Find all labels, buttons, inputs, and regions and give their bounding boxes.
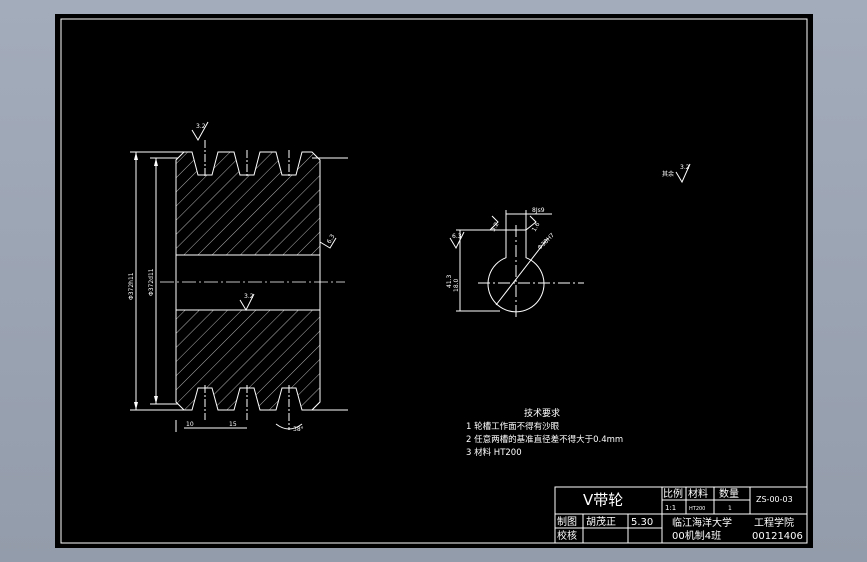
hub-end-view[interactable]: Φ38H7 8Js9 41.3 18.0 6.3 3.2 1.6: [446, 207, 584, 318]
drawing-border: [60, 18, 808, 544]
tech-item: 3 材料 HT200: [466, 447, 522, 458]
bore-cavity: [175, 254, 321, 311]
material-value: HT200: [689, 506, 705, 512]
drawn-by: 胡茂正: [586, 515, 616, 528]
drawing-canvas[interactable]: Φ372h11 Φ372d11 10 15 38° 3.2 6.3 3.2 Φ3…: [55, 14, 813, 548]
checked-label: 校核: [557, 529, 577, 542]
svg-text:6.3: 6.3: [326, 233, 337, 245]
svg-text:其余: 其余: [662, 170, 674, 178]
part-name: V带轮: [583, 491, 623, 509]
school-name: 临江海洋大学: [672, 516, 732, 529]
pulley-section-view[interactable]: Φ372h11 Φ372d11 10 15 38° 3.2 6.3 3.2: [128, 121, 348, 433]
roughness-symbol-icon: 1.6: [525, 215, 542, 233]
lower-hatched-body: [175, 309, 321, 411]
class-name: 00机制4班: [672, 529, 721, 542]
svg-text:3.2: 3.2: [680, 164, 690, 171]
tech-item: 2 任意两槽的基准直径差不得大于0.4mm: [466, 434, 623, 445]
tech-item: 1 轮槽工作面不得有沙眼: [466, 421, 560, 432]
groove-angle-label: 38°: [293, 426, 304, 433]
title-block[interactable]: V带轮 比例 材料 数量 1:1 HT200 1 ZS-00-03 制图 胡茂正…: [554, 486, 808, 544]
tech-title: 技术要求: [524, 407, 560, 419]
svg-text:3.2: 3.2: [196, 123, 206, 130]
groove-pitch-label: 15: [229, 421, 237, 428]
drawn-label: 制图: [557, 515, 577, 528]
cad-viewport: Φ372h11 Φ372d11 10 15 38° 3.2 6.3 3.2 Φ3…: [0, 0, 867, 562]
technical-requirements: 技术要求 1 轮槽工作面不得有沙眼 2 任意两槽的基准直径差不得大于0.4mm …: [466, 407, 623, 458]
quantity-value: 1: [728, 505, 732, 512]
edge-distance-label: 10: [186, 421, 194, 428]
upper-hatched-body: [175, 151, 321, 256]
cad-drawing: Φ372h11 Φ372d11 10 15 38° 3.2 6.3 3.2 Φ3…: [60, 18, 808, 544]
roughness-symbol-icon: 6.3: [319, 233, 337, 249]
roughness-symbol-icon: 3.2: [191, 121, 209, 141]
key-width-label: 8Js9: [532, 207, 545, 214]
quantity-label: 数量: [719, 487, 739, 500]
key-height-label: 41.3: [446, 274, 453, 288]
material-label: 材料: [688, 487, 708, 500]
svg-text:18.0: 18.0: [453, 278, 460, 292]
general-roughness-note: 其余 3.2: [662, 163, 691, 184]
outer-diameter-label: Φ372h11: [128, 272, 135, 300]
scale-label: 比例: [663, 487, 683, 500]
drawn-date: 5.30: [631, 517, 653, 528]
inner-diameter-label: Φ372d11: [148, 268, 155, 296]
drawing-number: ZS-00-03: [756, 495, 793, 504]
roughness-symbol-icon: 6.3: [449, 231, 465, 250]
svg-text:3.2: 3.2: [244, 293, 254, 300]
svg-text:1.6: 1.6: [531, 221, 542, 233]
scale-value: 1:1: [665, 504, 676, 512]
svg-text:6.3: 6.3: [452, 233, 462, 240]
bore-diameter-label: Φ38H7: [536, 232, 556, 252]
svg-text:3.2: 3.2: [490, 221, 501, 233]
college-name: 工程学院: [754, 516, 794, 529]
student-number: 00121406: [752, 531, 803, 542]
